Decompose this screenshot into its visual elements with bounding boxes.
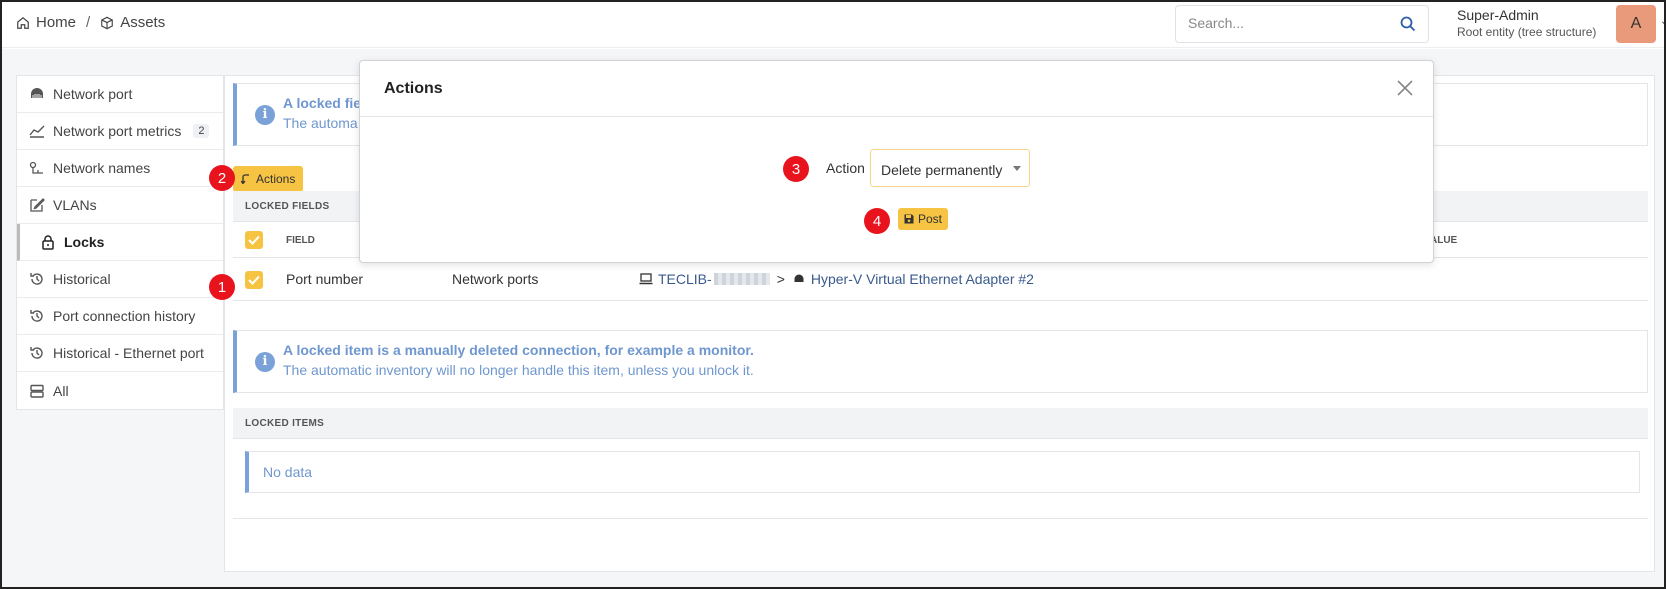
history-icon xyxy=(30,347,43,359)
edit-icon xyxy=(30,198,45,212)
row-type: Network ports xyxy=(452,271,539,287)
sidebar-item-label: Network port metrics xyxy=(53,123,182,139)
check-icon xyxy=(248,275,260,285)
top-bar: Home / Assets Super-Admin Root entity (t… xyxy=(2,2,1664,48)
computer-link[interactable]: TECLIB- xyxy=(658,271,712,287)
alert-text: The automatic inventory will no longer h… xyxy=(283,362,754,378)
step-marker-1: 1 xyxy=(209,274,235,300)
sidebar-item-network-port[interactable]: Network port xyxy=(17,76,223,113)
sidebar-item-locks[interactable]: Locks xyxy=(17,224,223,261)
path-separator: > xyxy=(776,271,785,287)
search-icon[interactable] xyxy=(1400,16,1416,32)
info-icon: i xyxy=(255,351,275,372)
locked-fields-title: LOCKED FIELDS xyxy=(245,201,330,212)
sidebar-item-label: Historical xyxy=(53,271,111,287)
action-select-value: Delete permanently xyxy=(881,162,1003,178)
sidebar-item-network-port-metrics[interactable]: Network port metrics 2 xyxy=(17,113,223,150)
stack-icon xyxy=(30,384,44,398)
actions-button-label: Actions xyxy=(256,172,296,186)
alert-title: A locked item is a manually deleted conn… xyxy=(283,342,754,358)
step-marker-3: 3 xyxy=(783,156,809,182)
breadcrumb-separator: / xyxy=(86,14,91,31)
action-label: Action xyxy=(826,160,865,176)
home-icon xyxy=(17,16,29,29)
locked-items-title: LOCKED ITEMS xyxy=(245,418,325,429)
search-box[interactable] xyxy=(1175,5,1429,43)
sidebar-item-label: Network names xyxy=(53,160,151,176)
no-data-message: No data xyxy=(245,451,1640,493)
sidebar-item-vlans[interactable]: VLANs xyxy=(17,187,223,224)
sidebar-item-historical[interactable]: Historical xyxy=(17,261,223,298)
app-frame: Home / Assets Super-Admin Root entity (t… xyxy=(0,0,1666,589)
box-icon xyxy=(101,16,114,29)
sidebar-item-all[interactable]: All xyxy=(17,372,223,409)
action-select[interactable]: Delete permanently xyxy=(870,149,1030,187)
sidebar-item-label: Network port xyxy=(53,86,133,102)
step-marker-2: 2 xyxy=(209,165,235,191)
laptop-icon xyxy=(639,273,653,285)
user-entity: Root entity (tree structure) xyxy=(1457,25,1597,39)
turn-down-icon xyxy=(241,174,249,184)
sidebar-item-label: VLANs xyxy=(53,197,97,213)
modal-title: Actions xyxy=(384,80,443,97)
chevron-down-icon[interactable]: ⌄ xyxy=(1660,16,1664,27)
network-port-icon xyxy=(31,88,43,98)
sidebar-item-historical-ethernet-port[interactable]: Historical - Ethernet port xyxy=(17,335,223,372)
sidebar-item-label: All xyxy=(53,382,69,399)
history-icon xyxy=(30,273,43,285)
chart-line-icon xyxy=(29,125,45,138)
breadcrumb-assets[interactable]: Assets xyxy=(120,14,165,31)
sidebar-item-label: Historical - Ethernet port xyxy=(53,345,204,361)
table-row: Port number Network ports TECLIB- > Hype… xyxy=(233,259,1648,301)
count-badge: 2 xyxy=(193,124,210,138)
sidebar: Network port Network port metrics 2 Netw… xyxy=(16,75,224,410)
search-input[interactable] xyxy=(1188,15,1388,31)
sidebar-item-port-connection-history[interactable]: Port connection history xyxy=(17,298,223,335)
alert-text: The automa xyxy=(283,115,358,131)
chevron-down-icon xyxy=(1013,166,1021,171)
row-item: TECLIB- > Hyper-V Virtual Ethernet Adapt… xyxy=(639,271,1034,287)
modal-header: Actions xyxy=(360,61,1433,117)
save-icon xyxy=(904,214,914,224)
actions-button[interactable]: Actions xyxy=(233,166,304,192)
lock-icon xyxy=(42,235,54,250)
row-field: Port number xyxy=(286,271,364,287)
row-checkbox[interactable] xyxy=(245,271,263,289)
actions-modal: Actions Action Delete permanently Post xyxy=(359,60,1434,263)
avatar[interactable]: A xyxy=(1616,5,1656,43)
redacted-text xyxy=(713,273,770,285)
step-marker-4: 4 xyxy=(864,208,890,234)
network-names-icon xyxy=(29,161,43,174)
user-menu[interactable]: Super-Admin Root entity (tree structure) xyxy=(1457,7,1596,39)
close-icon[interactable] xyxy=(1395,78,1415,98)
breadcrumb: Home / Assets xyxy=(16,14,165,31)
locked-items-header: LOCKED ITEMS xyxy=(233,408,1648,439)
port-link[interactable]: Hyper-V Virtual Ethernet Adapter #2 xyxy=(811,271,1034,287)
post-button-label: Post xyxy=(918,212,943,226)
info-alert-locked-items: i A locked item is a manually deleted co… xyxy=(233,330,1648,393)
select-all-checkbox[interactable] xyxy=(245,231,263,249)
alert-title: A locked fie xyxy=(283,95,362,111)
post-button[interactable]: Post xyxy=(898,208,949,230)
sidebar-item-label: Port connection history xyxy=(53,308,196,324)
column-value[interactable]: ALUE xyxy=(1430,235,1457,246)
network-port-icon xyxy=(794,274,804,282)
user-name: Super-Admin xyxy=(1457,7,1539,23)
breadcrumb-home[interactable]: Home xyxy=(36,14,76,31)
info-icon: i xyxy=(255,104,275,125)
sidebar-item-label: Locks xyxy=(64,234,105,250)
history-icon xyxy=(30,310,43,322)
check-icon xyxy=(248,235,260,245)
sidebar-item-network-names[interactable]: Network names xyxy=(17,150,223,187)
column-field[interactable]: FIELD xyxy=(286,235,315,246)
divider xyxy=(233,518,1648,519)
